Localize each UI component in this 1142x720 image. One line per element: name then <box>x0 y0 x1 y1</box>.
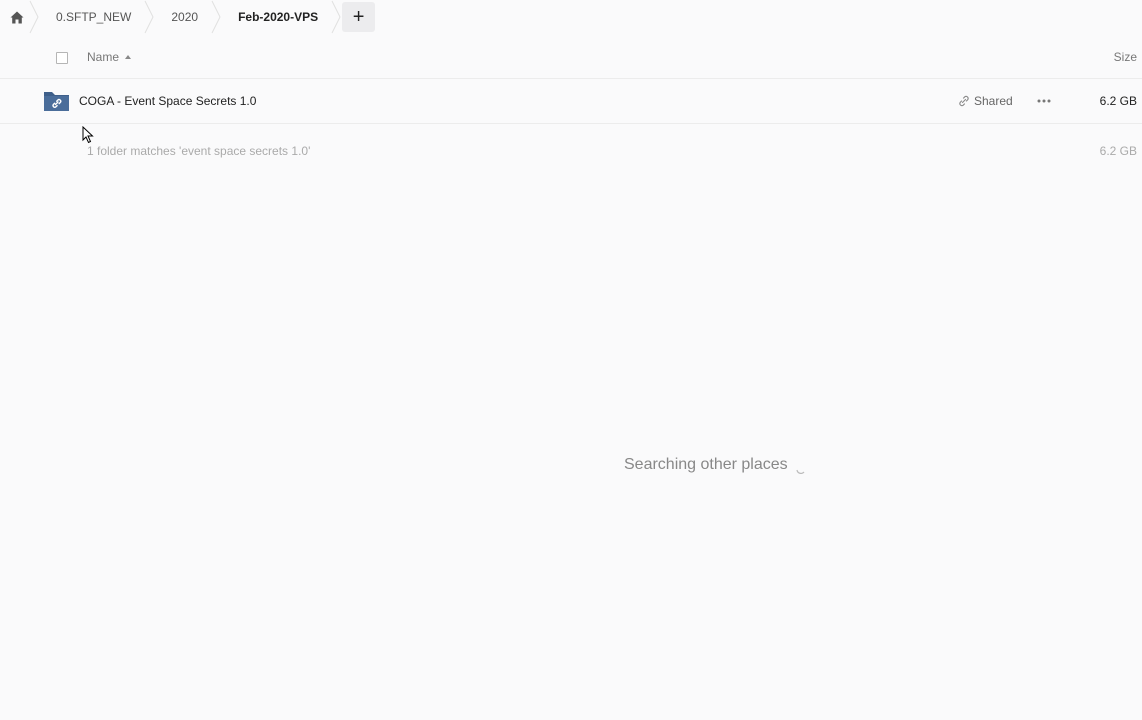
breadcrumb-home[interactable] <box>0 0 39 34</box>
search-summary-size: 6.2 GB <box>1099 144 1137 158</box>
breadcrumb-item-2020[interactable]: 2020 <box>149 0 221 34</box>
searching-status: Searching other places <box>624 456 806 474</box>
select-all-checkbox[interactable] <box>56 52 68 64</box>
breadcrumb-item-label: 2020 <box>171 10 199 24</box>
breadcrumb-separator-icon <box>331 0 341 34</box>
breadcrumb: 0.SFTP_NEW 2020 Feb-2020-VPS + <box>0 0 376 34</box>
breadcrumb-item-label: Feb-2020-VPS <box>238 10 319 24</box>
more-actions-button[interactable] <box>1034 91 1054 111</box>
files-app: 0.SFTP_NEW 2020 Feb-2020-VPS + Name Size… <box>0 0 1142 720</box>
search-summary: 1 folder matches 'event space secrets 1.… <box>87 144 311 158</box>
breadcrumb-item-current[interactable]: Feb-2020-VPS <box>216 0 341 34</box>
more-horizontal-icon <box>1037 99 1051 103</box>
loading-spinner-icon <box>796 469 805 474</box>
link-icon <box>959 95 969 107</box>
file-name[interactable]: COGA - Event Space Secrets 1.0 <box>79 94 256 108</box>
home-icon <box>10 11 24 23</box>
shared-label: Shared <box>974 94 1013 108</box>
mouse-cursor-icon <box>82 126 94 144</box>
table-row[interactable]: COGA - Event Space Secrets 1.0 Shared 6.… <box>0 79 1142 124</box>
sort-ascending-icon <box>125 55 132 59</box>
column-header-name-label: Name <box>87 50 120 64</box>
new-button[interactable]: + <box>342 2 376 32</box>
shared-folder-icon <box>44 92 69 111</box>
shared-button[interactable]: Shared <box>958 94 1013 108</box>
file-size: 6.2 GB <box>1099 94 1137 108</box>
column-header-size[interactable]: Size <box>1114 50 1137 64</box>
column-header-name[interactable]: Name <box>87 50 132 64</box>
plus-icon: + <box>352 6 365 28</box>
breadcrumb-item-sftp-new[interactable]: 0.SFTP_NEW <box>34 0 154 34</box>
breadcrumb-item-label: 0.SFTP_NEW <box>56 10 132 24</box>
file-list-header: Name Size <box>0 40 1142 79</box>
searching-label: Searching other places <box>624 456 788 473</box>
